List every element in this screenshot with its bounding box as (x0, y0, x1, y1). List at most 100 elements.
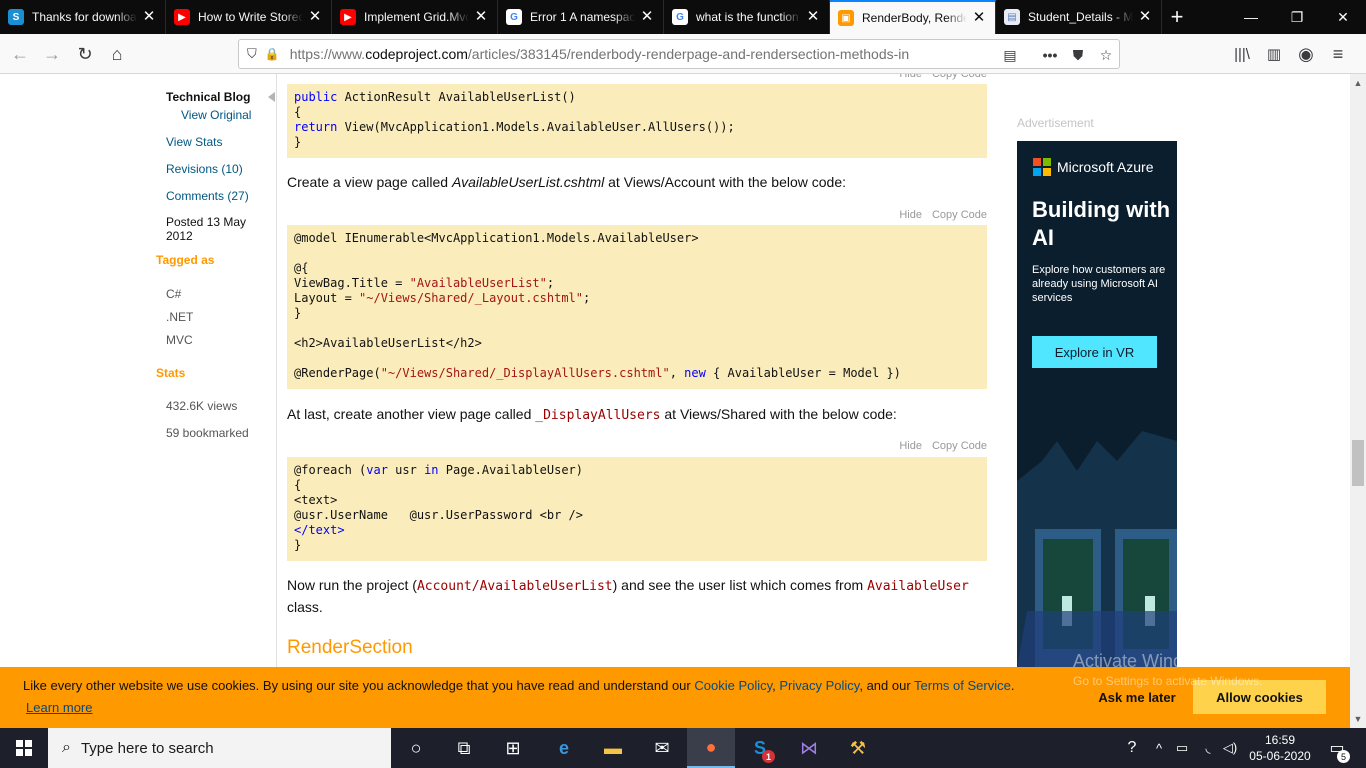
window-close-icon[interactable]: ✕ (1320, 0, 1366, 34)
clock-date: 05-06-2020 (1249, 749, 1311, 763)
taskbar-search-box[interactable]: ⌕ Type here to search (48, 728, 391, 768)
reader-view-icon[interactable]: ▤ (1001, 46, 1019, 64)
tab-4[interactable]: G Error 1 A namespace ✕ (498, 0, 664, 34)
google-icon: G (672, 9, 688, 25)
page-actions-icon[interactable]: ••• (1041, 46, 1059, 64)
wifi-icon[interactable]: ◟ (1198, 728, 1218, 768)
tab-title: Error 1 A namespace (530, 10, 635, 24)
hide-code-link[interactable]: Hide (899, 209, 922, 221)
file-explorer-icon[interactable]: ▬ (589, 728, 637, 768)
edge-icon[interactable]: e (540, 728, 588, 768)
copy-code-link[interactable]: Copy Code (932, 209, 987, 221)
pocket-icon[interactable]: ⛊ (1069, 46, 1087, 64)
windows-start-icon[interactable] (0, 728, 48, 768)
back-arrow-icon[interactable]: ← (6, 40, 34, 68)
tab-7[interactable]: ▤ Student_Details - M ✕ (996, 0, 1162, 34)
restore-icon[interactable]: ❐ (1274, 0, 1320, 34)
skype-taskbar-icon[interactable]: S1 (736, 728, 784, 768)
address-bar[interactable]: ⛉ 🔒 https://www.codeproject.com/articles… (238, 39, 1120, 69)
show-hidden-icons[interactable]: ^ (1150, 728, 1168, 768)
tab-5[interactable]: G what is the function ✕ (664, 0, 830, 34)
close-icon[interactable]: ✕ (141, 9, 157, 25)
close-icon[interactable]: ✕ (639, 9, 655, 25)
ad-cta-button[interactable]: Explore in VR (1032, 336, 1157, 368)
collapse-arrow-icon[interactable] (268, 92, 275, 102)
tab-title: Student_Details - M (1028, 10, 1133, 24)
shield-icon[interactable]: ⛉ (247, 46, 257, 62)
bookmark-star-icon[interactable]: ☆ (1097, 46, 1115, 64)
visual-studio-icon[interactable]: ⋈ (785, 728, 833, 768)
reload-icon[interactable]: ↻ (71, 40, 99, 68)
tag-dotnet[interactable]: .NET (166, 310, 193, 324)
mail-icon[interactable]: ✉ (638, 728, 686, 768)
copy-code-link[interactable]: Copy Code (932, 74, 987, 80)
column-divider (276, 74, 277, 668)
clock[interactable]: 16:59 05-06-2020 (1244, 728, 1316, 768)
notification-center-icon[interactable]: ▭ 5 (1322, 728, 1352, 768)
account-icon[interactable]: ◉ (1292, 40, 1320, 68)
close-icon[interactable]: ✕ (971, 10, 987, 26)
new-tab-plus-icon[interactable]: + (1162, 0, 1192, 34)
hide-code-link[interactable]: Hide (899, 74, 922, 80)
close-icon[interactable]: ✕ (307, 9, 323, 25)
privacy-policy-link[interactable]: Privacy Policy (779, 678, 859, 693)
scrollbar-thumb[interactable] (1352, 440, 1364, 486)
azure-advertisement[interactable]: Microsoft Azure Building with AI Explore… (1017, 141, 1177, 668)
tag-csharp[interactable]: C# (166, 287, 181, 301)
view-stats-link[interactable]: View Stats (166, 135, 222, 149)
forward-arrow-icon[interactable]: → (38, 40, 66, 68)
tab-title: Thanks for downloading (32, 10, 137, 24)
youtube-icon: ▶ (340, 9, 356, 25)
copy-code-link[interactable]: Copy Code (932, 440, 987, 452)
help-icon[interactable]: ? (1120, 728, 1144, 768)
tab-6-active[interactable]: ▣ RenderBody, Render ✕ (830, 0, 996, 34)
close-icon[interactable]: ✕ (805, 9, 821, 25)
battery-icon[interactable]: ▭ (1172, 728, 1192, 768)
cookie-policy-link[interactable]: Cookie Policy (694, 678, 772, 693)
watermark-title: Activate Windows (1073, 651, 1216, 671)
tab-2[interactable]: ▶ How to Write Stored ✕ (166, 0, 332, 34)
search-icon: ⌕ (62, 739, 71, 756)
document-icon: ▤ (1004, 9, 1020, 25)
cortana-icon[interactable]: ○ (392, 728, 440, 768)
skype-icon: S (8, 9, 24, 25)
task-view-icon[interactable]: ⧉ (440, 728, 488, 768)
learn-more-link[interactable]: Learn more (26, 700, 92, 715)
paragraph-run-project: Now run the project (Account/AvailableUs… (287, 577, 969, 615)
comments-link[interactable]: Comments (27) (166, 189, 249, 203)
library-icon[interactable]: |||\ (1228, 40, 1256, 68)
lock-icon[interactable]: 🔒 (265, 47, 280, 61)
scroll-up-icon[interactable]: ▲ (1350, 78, 1366, 88)
youtube-icon: ▶ (174, 9, 190, 25)
url-text[interactable]: https://www.codeproject.com/articles/383… (290, 46, 909, 62)
tag-mvc[interactable]: MVC (166, 333, 193, 347)
paragraph-create-view: Create a view page called AvailableUserL… (287, 174, 847, 190)
volume-icon[interactable]: ◁) (1220, 728, 1240, 768)
terms-link[interactable]: Terms of Service (914, 678, 1011, 693)
firefox-icon[interactable]: ● (687, 728, 735, 768)
ad-brand: Microsoft Azure (1057, 159, 1154, 175)
clock-time: 16:59 (1264, 733, 1296, 747)
menu-hamburger-icon[interactable]: ≡ (1324, 40, 1352, 68)
tab-1[interactable]: S Thanks for downloading ✕ (0, 0, 166, 34)
home-icon[interactable]: ⌂ (103, 40, 131, 68)
minimize-icon[interactable]: — (1228, 0, 1274, 34)
code-block-partial: @foreach (var usr in Page.AvailableUser)… (287, 457, 987, 561)
scroll-down-icon[interactable]: ▼ (1350, 714, 1366, 724)
section-heading: RenderSection (287, 637, 413, 658)
code-toolbar: Hide Copy Code (889, 74, 987, 80)
search-placeholder: Type here to search (80, 739, 214, 757)
sql-server-icon[interactable]: ⚒ (834, 728, 882, 768)
page-scrollbar[interactable]: ▲ ▼ (1350, 74, 1366, 728)
hide-code-link[interactable]: Hide (899, 440, 922, 452)
sidebar-toggle-icon[interactable]: ▥ (1260, 40, 1288, 68)
view-original-link[interactable]: View Original (181, 108, 251, 122)
notification-count: 5 (1337, 750, 1350, 763)
close-icon[interactable]: ✕ (473, 9, 489, 25)
store-icon[interactable]: ⊞ (489, 728, 537, 768)
close-icon[interactable]: ✕ (1137, 9, 1153, 25)
tab-3[interactable]: ▶ Implement Grid.Mvc ✕ (332, 0, 498, 34)
revisions-link[interactable]: Revisions (10) (166, 162, 243, 176)
watermark-subtitle: Go to Settings to activate Windows. (1073, 674, 1263, 688)
code-toolbar: Hide Copy Code (889, 209, 987, 221)
